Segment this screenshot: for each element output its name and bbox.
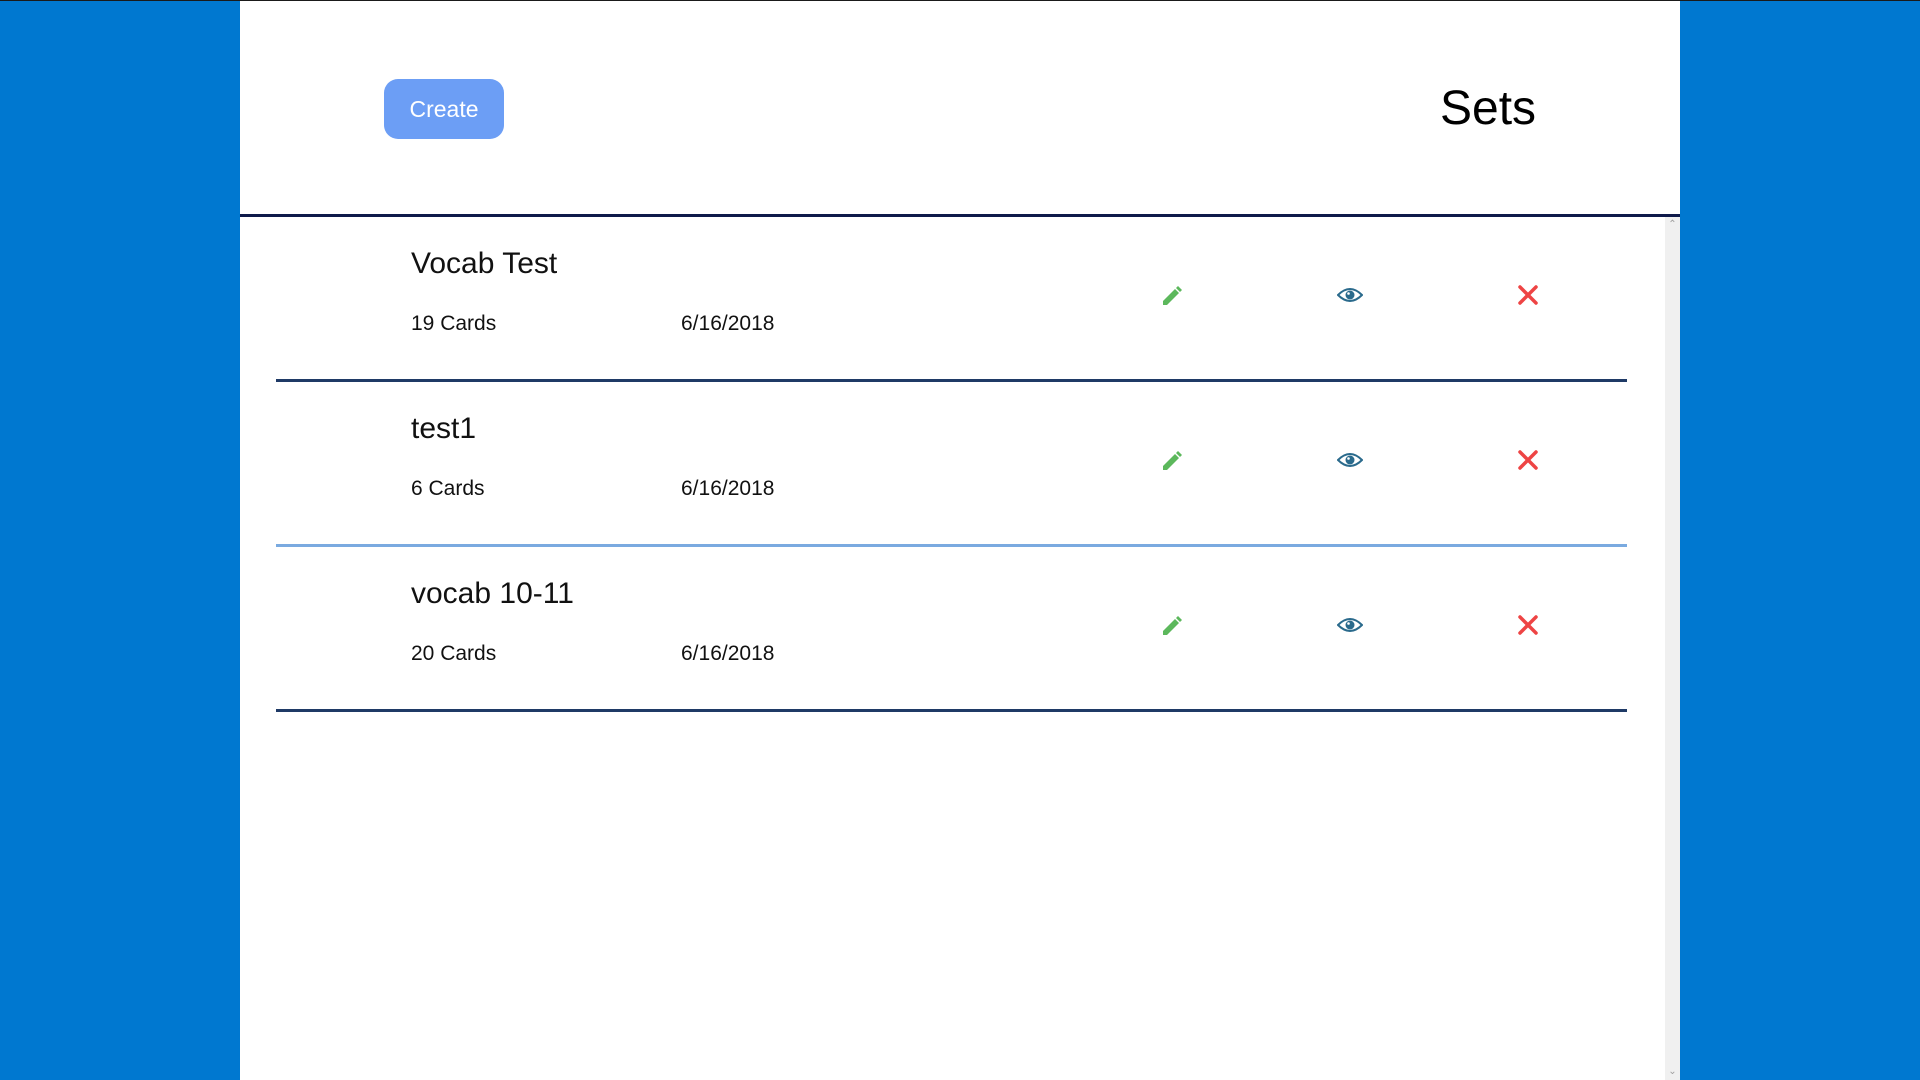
close-icon xyxy=(1518,615,1538,635)
pencil-icon xyxy=(1163,286,1182,305)
view-set-button[interactable] xyxy=(1334,444,1366,476)
set-card-count: 19 Cards xyxy=(411,312,497,335)
set-title: Vocab Test xyxy=(411,247,558,280)
sets-list: Vocab Test 19 Cards 6/16/2018 test1 6 Ca… xyxy=(240,217,1680,1080)
close-icon xyxy=(1518,285,1538,305)
view-set-button[interactable] xyxy=(1334,279,1366,311)
page-title: Sets xyxy=(1440,82,1537,135)
delete-set-button[interactable] xyxy=(1512,444,1544,476)
delete-set-button[interactable] xyxy=(1512,609,1544,641)
set-row: Vocab Test 19 Cards 6/16/2018 xyxy=(276,217,1627,382)
set-row: vocab 10-11 20 Cards 6/16/2018 xyxy=(276,547,1627,712)
set-date: 6/16/2018 xyxy=(681,477,775,500)
eye-icon xyxy=(1337,453,1363,467)
header: Create Sets xyxy=(240,1,1680,217)
set-title: test1 xyxy=(411,412,477,445)
delete-set-button[interactable] xyxy=(1512,279,1544,311)
create-button[interactable]: Create xyxy=(384,79,504,139)
set-date: 6/16/2018 xyxy=(681,642,775,665)
edit-set-button[interactable] xyxy=(1156,279,1188,311)
eye-icon xyxy=(1337,288,1363,302)
pencil-icon xyxy=(1163,616,1182,635)
pencil-icon xyxy=(1163,451,1182,470)
row-divider xyxy=(276,709,1627,712)
set-row: test1 6 Cards 6/16/2018 xyxy=(276,382,1627,547)
sets-panel: Create Sets Vocab Test 19 Cards 6/16/201… xyxy=(240,1,1680,1080)
edit-set-button[interactable] xyxy=(1156,444,1188,476)
scroll-down-arrow-icon[interactable]: ⌄ xyxy=(1665,1066,1680,1078)
set-title: vocab 10-11 xyxy=(411,577,574,610)
vertical-scrollbar[interactable]: ⌃ ⌄ xyxy=(1665,217,1680,1080)
set-date: 6/16/2018 xyxy=(681,312,775,335)
close-icon xyxy=(1518,450,1538,470)
eye-icon xyxy=(1337,618,1363,632)
edit-set-button[interactable] xyxy=(1156,609,1188,641)
scroll-up-arrow-icon[interactable]: ⌃ xyxy=(1665,219,1680,231)
set-card-count: 6 Cards xyxy=(411,477,485,500)
set-card-count: 20 Cards xyxy=(411,642,497,665)
view-set-button[interactable] xyxy=(1334,609,1366,641)
